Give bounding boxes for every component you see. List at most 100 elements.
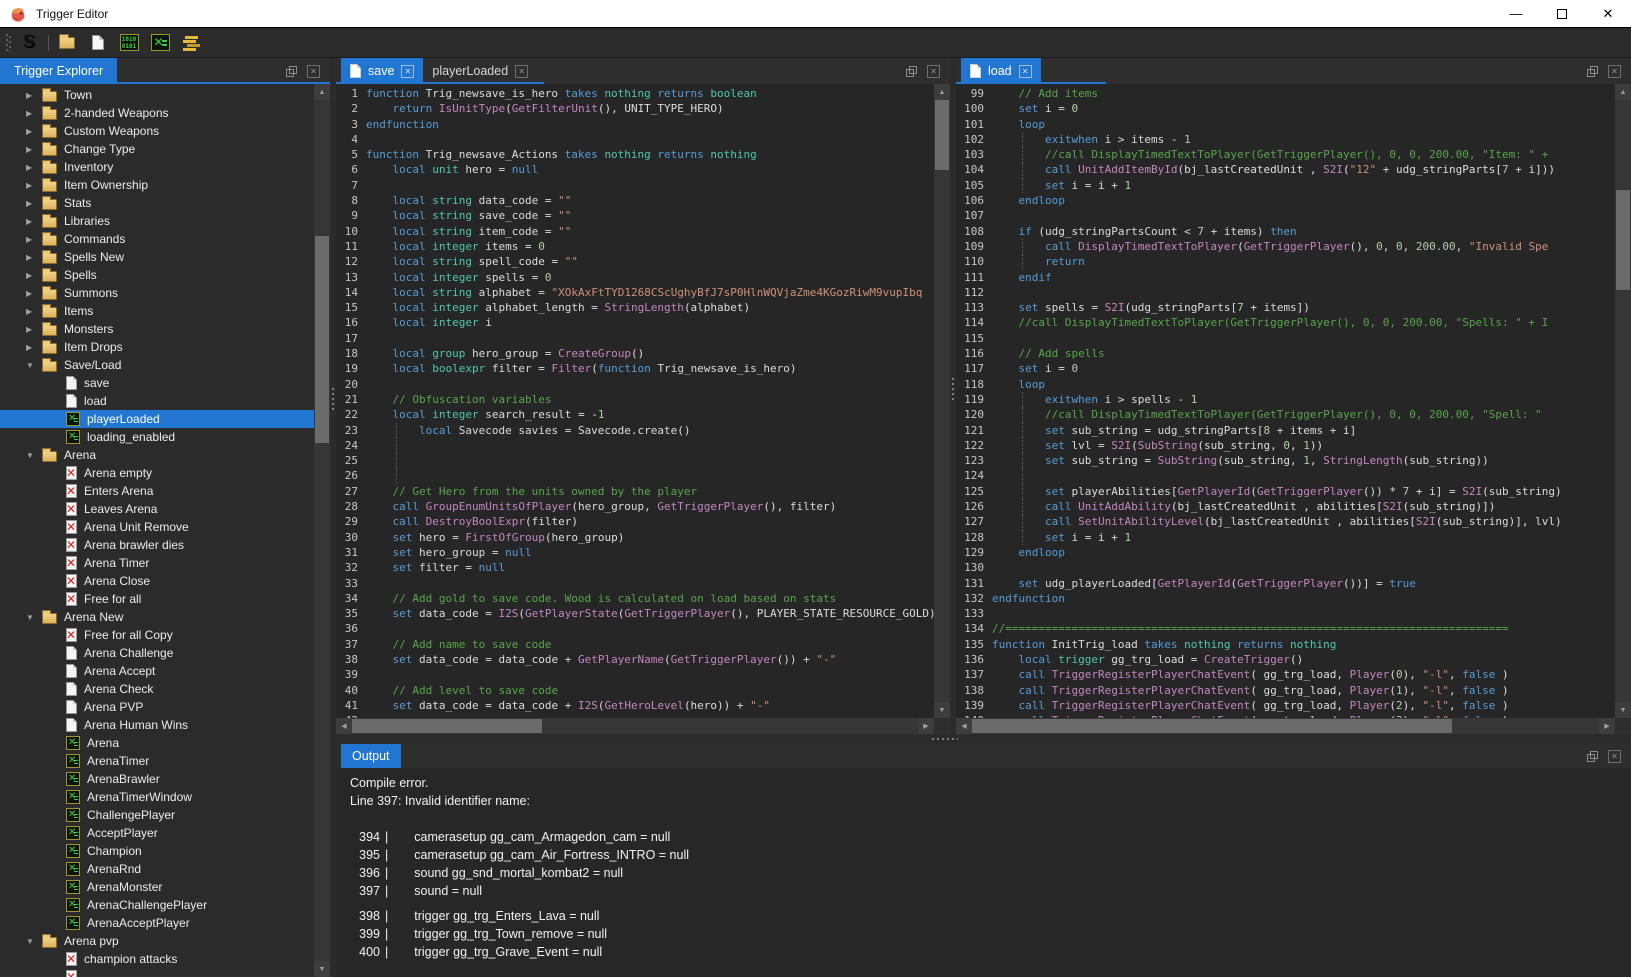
tab-load[interactable]: load✕ (961, 58, 1041, 84)
tree-item-arena-empty[interactable]: Arena empty (0, 464, 314, 482)
trigger-tree[interactable]: ▶Town▶2-handed Weapons▶Custom Weapons▶Ch… (0, 84, 314, 977)
code-area[interactable]: 1function Trig_newsave_is_hero takes not… (336, 84, 934, 718)
scroll-up-button[interactable]: ▲ (1615, 84, 1631, 100)
scroll-down-button[interactable]: ▼ (934, 702, 950, 718)
tree-item-acceptplayer[interactable]: AcceptPlayer (0, 824, 314, 842)
tab-save[interactable]: save✕ (341, 58, 423, 84)
expand-icon[interactable]: ▶ (26, 163, 42, 172)
expand-icon[interactable]: ▶ (26, 289, 42, 298)
hscroll-thumb[interactable] (972, 719, 1452, 733)
tree-item-arena[interactable]: Arena (0, 734, 314, 752)
tree-item-save[interactable]: save (0, 374, 314, 392)
tree-item-arena-accept[interactable]: Arena Accept (0, 662, 314, 680)
output-tab[interactable]: Output (341, 744, 401, 768)
collapse-icon[interactable]: ▼ (26, 361, 42, 370)
tree-item-spells-new[interactable]: ▶Spells New (0, 248, 314, 266)
tree-item-monsters[interactable]: ▶Monsters (0, 320, 314, 338)
editor-hscrollbar[interactable]: ◀ ▶ (336, 718, 934, 734)
tree-item-spells[interactable]: ▶Spells (0, 266, 314, 284)
tree-item-summons[interactable]: ▶Summons (0, 284, 314, 302)
float-pane-icon[interactable] (1587, 751, 1598, 762)
tree-item-arena-pvp[interactable]: Arena PVP (0, 698, 314, 716)
close-pane-icon[interactable]: ✕ (1608, 750, 1621, 763)
scroll-right-button[interactable]: ▶ (918, 718, 934, 734)
scroll-left-button[interactable]: ◀ (956, 718, 972, 734)
tree-item-enters-arena[interactable]: Enters Arena (0, 482, 314, 500)
expand-icon[interactable]: ▶ (26, 235, 42, 244)
expand-icon[interactable]: ▶ (26, 253, 42, 262)
tree-item-arena-check[interactable]: Arena Check (0, 680, 314, 698)
comment-list-button[interactable] (178, 31, 204, 55)
scroll-down-button[interactable]: ▼ (1615, 702, 1631, 718)
tree-item-free-for-all-copy[interactable]: Free for all Copy (0, 626, 314, 644)
editor-vscrollbar[interactable]: ▲ ▼ (934, 84, 950, 718)
tree-item-commands[interactable]: ▶Commands (0, 230, 314, 248)
expand-icon[interactable]: ▶ (26, 127, 42, 136)
maximize-button[interactable] (1539, 0, 1585, 27)
script-scroll-button[interactable]: S (16, 31, 42, 55)
tree-item-2-handed-weapons[interactable]: ▶2-handed Weapons (0, 104, 314, 122)
hscroll-thumb[interactable] (352, 719, 542, 733)
tree-item-load[interactable]: load (0, 392, 314, 410)
tree-item-stats[interactable]: ▶Stats (0, 194, 314, 212)
toolbar-grip[interactable] (6, 34, 11, 52)
expand-icon[interactable]: ▶ (26, 181, 42, 190)
editor-hscrollbar[interactable]: ◀ ▶ (956, 718, 1615, 734)
float-pane-icon[interactable] (286, 66, 297, 77)
scroll-left-button[interactable]: ◀ (336, 718, 352, 734)
tab-close-icon[interactable]: ✕ (515, 65, 528, 78)
tree-item-arenatimer[interactable]: ArenaTimer (0, 752, 314, 770)
close-button[interactable]: ✕ (1585, 0, 1631, 27)
tree-item-arena-timer[interactable]: Arena Timer (0, 554, 314, 572)
tree-item-arena-pvp[interactable]: ▼Arena pvp (0, 932, 314, 950)
expand-icon[interactable]: ▶ (26, 217, 42, 226)
collapse-icon[interactable]: ▼ (26, 937, 42, 946)
tree-item-arenachallengeplayer[interactable]: ArenaChallengePlayer (0, 896, 314, 914)
float-pane-icon[interactable] (1587, 66, 1598, 77)
tree-item-item[interactable] (0, 968, 314, 977)
expand-icon[interactable]: ▶ (26, 307, 42, 316)
tree-item-arena-human-wins[interactable]: Arena Human Wins (0, 716, 314, 734)
tree-item-inventory[interactable]: ▶Inventory (0, 158, 314, 176)
tree-item-leaves-arena[interactable]: Leaves Arena (0, 500, 314, 518)
scroll-up-button[interactable]: ▲ (314, 84, 330, 100)
collapse-icon[interactable]: ▼ (26, 451, 42, 460)
new-trigger-button[interactable] (85, 31, 111, 55)
tree-item-item-ownership[interactable]: ▶Item Ownership (0, 176, 314, 194)
tree-item-arena-challenge[interactable]: Arena Challenge (0, 644, 314, 662)
tree-item-arena-unit-remove[interactable]: Arena Unit Remove (0, 518, 314, 536)
vscroll-thumb[interactable] (1616, 190, 1630, 290)
scroll-right-button[interactable]: ▶ (1599, 718, 1615, 734)
convert-binary-button[interactable] (116, 31, 142, 55)
tab-close-icon[interactable]: ✕ (401, 65, 414, 78)
tree-item-items[interactable]: ▶Items (0, 302, 314, 320)
tree-item-custom-weapons[interactable]: ▶Custom Weapons (0, 122, 314, 140)
tree-item-save-load[interactable]: ▼Save/Load (0, 356, 314, 374)
tree-item-item-drops[interactable]: ▶Item Drops (0, 338, 314, 356)
tree-scrollbar-thumb[interactable] (315, 236, 329, 443)
tab-close-icon[interactable]: ✕ (1019, 65, 1032, 78)
tree-item-arenarnd[interactable]: ArenaRnd (0, 860, 314, 878)
tree-item-arena-new[interactable]: ▼Arena New (0, 608, 314, 626)
tree-item-town[interactable]: ▶Town (0, 86, 314, 104)
new-category-button[interactable] (54, 31, 80, 55)
close-pane-icon[interactable]: ✕ (927, 65, 940, 78)
vscroll-thumb[interactable] (935, 100, 949, 170)
tree-item-arenamonster[interactable]: ArenaMonster (0, 878, 314, 896)
tree-item-arenatimerwindow[interactable]: ArenaTimerWindow (0, 788, 314, 806)
float-pane-icon[interactable] (906, 66, 917, 77)
tree-item-arenabrawler[interactable]: ArenaBrawler (0, 770, 314, 788)
scroll-down-button[interactable]: ▼ (314, 961, 330, 977)
tree-item-champion-attacks[interactable]: champion attacks (0, 950, 314, 968)
convert-script-button[interactable] (147, 31, 173, 55)
close-pane-icon[interactable]: ✕ (1608, 65, 1621, 78)
tree-item-playerloaded[interactable]: playerLoaded (0, 410, 314, 428)
expand-icon[interactable]: ▶ (26, 91, 42, 100)
expand-icon[interactable]: ▶ (26, 145, 42, 154)
expand-icon[interactable]: ▶ (26, 109, 42, 118)
code-area[interactable]: 99 // Add items100 set i = 0101 loop102 … (956, 84, 1615, 718)
tree-item-free-for-all[interactable]: Free for all (0, 590, 314, 608)
tab-playerLoaded[interactable]: playerLoaded✕ (423, 58, 537, 84)
output-splitter[interactable] (336, 734, 1631, 744)
tree-item-challengeplayer[interactable]: ChallengePlayer (0, 806, 314, 824)
